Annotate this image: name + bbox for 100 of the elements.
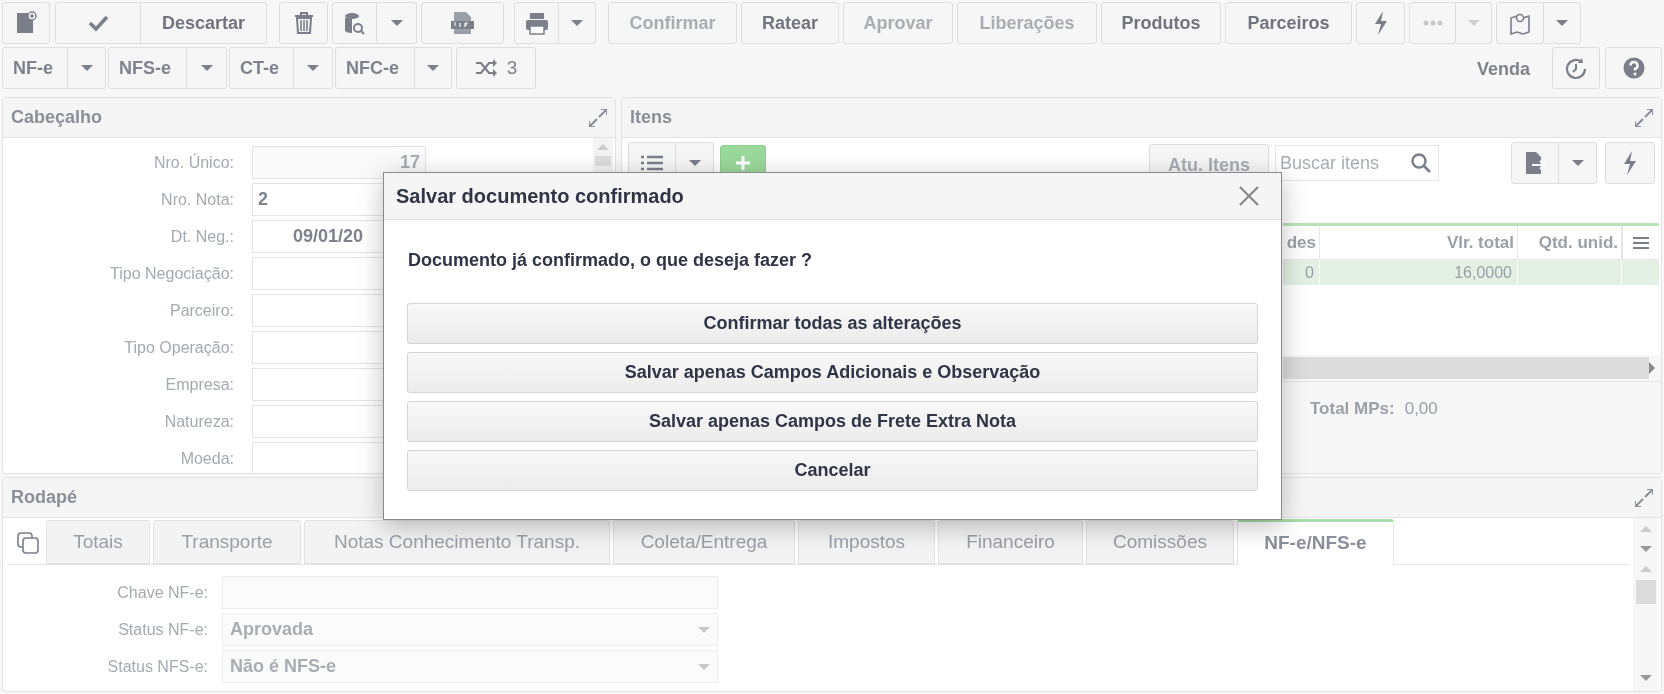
select-field[interactable]: Não é NFS-e — [222, 650, 718, 683]
caret-icon — [698, 663, 710, 670]
dropdown-button[interactable] — [294, 47, 333, 89]
print-button[interactable] — [514, 2, 559, 44]
table-cell-text: 16,0000 — [1454, 262, 1512, 283]
lightning-icon — [1622, 151, 1638, 175]
tab[interactable]: Financeiro — [938, 520, 1083, 564]
dropdown-button[interactable] — [377, 2, 417, 44]
shuffle-count: 3 — [506, 55, 518, 80]
caret-icon — [427, 65, 439, 71]
search-icon — [1411, 153, 1431, 173]
field-label: Dt. Neg.: — [169, 226, 235, 247]
caret-icon — [698, 626, 710, 633]
dialog-button[interactable]: Salvar apenas Campos Adicionais e Observação — [407, 352, 1258, 393]
dropdown-button[interactable] — [1559, 142, 1597, 184]
tab[interactable]: Impostos — [798, 520, 935, 564]
scroll-thumb[interactable] — [1636, 580, 1656, 604]
document-type-button[interactable]: NFC-e — [335, 47, 415, 89]
field-label: Natureza: — [163, 411, 235, 432]
caret-icon — [80, 65, 93, 71]
expand-icon[interactable] — [1635, 108, 1653, 127]
dropdown-button[interactable] — [415, 47, 452, 89]
clock-refresh-icon — [1564, 56, 1588, 80]
field-label: Nro. Nota: — [160, 189, 235, 210]
panel-title: Cabeçalho — [11, 106, 103, 129]
search-field[interactable]: Buscar itens — [1275, 145, 1439, 181]
expand-icon[interactable] — [589, 108, 607, 127]
confirm-check-button[interactable] — [55, 2, 141, 44]
scrollbar[interactable] — [1633, 518, 1659, 691]
help-icon — [1622, 57, 1645, 79]
scroll-up-icon — [1640, 566, 1652, 572]
panel-title: Rodapé — [11, 486, 77, 509]
toolbar-button[interactable]: Produtos — [1101, 2, 1221, 44]
table-row[interactable]: 0 16,0000 — [1283, 260, 1659, 285]
close-icon[interactable] — [1239, 186, 1259, 206]
trash-icon — [293, 12, 314, 34]
field-label: Tipo Negociação: — [109, 263, 235, 284]
scroll-down-icon — [1640, 546, 1652, 552]
database-search-button[interactable] — [332, 2, 377, 44]
list-icon — [641, 155, 663, 171]
panel-title: Itens — [630, 106, 672, 129]
field-label: Tipo Operação: — [123, 337, 235, 358]
field-label: Nro. Único: — [152, 152, 235, 173]
caret-icon — [200, 65, 213, 71]
copy-icon[interactable] — [17, 532, 39, 554]
document-type-button[interactable]: CT-e — [229, 47, 294, 89]
caret-icon — [390, 20, 403, 26]
toolbar-button[interactable]: Parceiros — [1225, 2, 1352, 44]
scrollbar[interactable] — [1283, 357, 1649, 379]
dropdown-button[interactable] — [559, 2, 596, 44]
column-header[interactable]: des — [1283, 226, 1320, 259]
tab[interactable]: Transporte — [153, 520, 301, 564]
scroll-up-icon — [597, 144, 609, 150]
caret-icon — [1571, 160, 1584, 166]
export-button[interactable] — [1511, 142, 1559, 184]
lightning-button[interactable] — [1605, 142, 1655, 184]
document-type-button[interactable]: NF-e — [2, 47, 68, 89]
new-document-button[interactable] — [2, 2, 50, 44]
tab[interactable]: Notas Conhecimento Transp. — [304, 520, 610, 564]
dialog-button[interactable]: Confirmar todas as alterações — [407, 303, 1258, 344]
dialog-button[interactable]: Salvar apenas Campos de Frete Extra Nota — [407, 401, 1258, 442]
dropdown-button[interactable] — [68, 47, 106, 89]
map-button[interactable] — [1496, 2, 1544, 44]
tab[interactable]: Totais — [46, 520, 150, 564]
new-document-icon — [15, 11, 37, 35]
caret-icon — [307, 65, 319, 71]
toolbar-button[interactable]: Descartar — [141, 2, 267, 44]
total-value: 0,00 — [1404, 398, 1438, 420]
select-field[interactable]: Aprovada — [222, 613, 718, 646]
tab[interactable]: NF-e/NFS-e — [1237, 519, 1394, 565]
document-type-button[interactable]: NFS-e — [108, 47, 187, 89]
expand-icon[interactable] — [1635, 488, 1653, 507]
printer-icon — [524, 11, 549, 35]
shuffle-button[interactable]: 3 — [456, 47, 536, 89]
column-header[interactable]: Vlr. total — [1320, 226, 1518, 259]
menu-icon[interactable] — [1633, 235, 1649, 250]
dropdown-button[interactable] — [1544, 2, 1581, 44]
caret-icon — [1556, 20, 1568, 26]
table-cell-text: 0 — [1305, 262, 1314, 283]
tab[interactable]: Comissões — [1086, 520, 1234, 564]
field-label: Chave NF-e: — [116, 582, 209, 603]
pdf-button[interactable] — [421, 2, 504, 44]
history-button[interactable] — [1552, 47, 1600, 89]
column-header[interactable]: Qtd. unid. — [1518, 226, 1622, 259]
field-label: Moeda: — [179, 448, 235, 469]
lightning-icon — [1372, 11, 1389, 35]
shuffle-icon — [474, 58, 498, 78]
toolbar-button[interactable]: Ratear — [741, 2, 839, 44]
field-label: Empresa: — [164, 374, 235, 395]
more-button[interactable] — [1409, 2, 1456, 44]
caret-icon — [688, 160, 701, 166]
help-button[interactable] — [1605, 47, 1662, 89]
field-label: Parceiro: — [168, 300, 235, 321]
delete-button[interactable] — [279, 2, 328, 44]
field-label: Status NF-e: — [117, 619, 209, 640]
tab[interactable]: Coleta/Entrega — [613, 520, 795, 564]
lightning-button[interactable] — [1356, 2, 1405, 44]
field-label: Status NFS-e: — [106, 656, 209, 677]
dropdown-button[interactable] — [187, 47, 227, 89]
dialog-button[interactable]: Cancelar — [407, 450, 1258, 491]
